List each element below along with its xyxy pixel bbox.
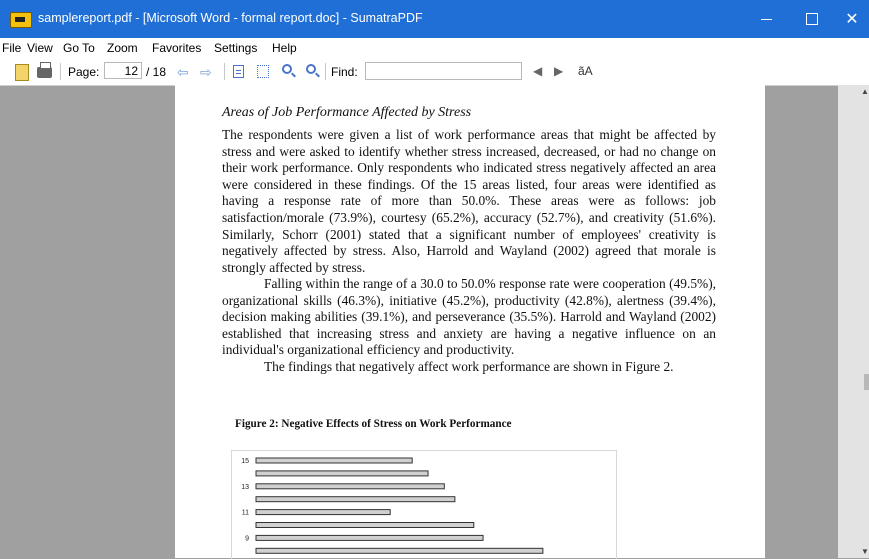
print-icon[interactable]: [37, 62, 52, 78]
page-total: / 18: [146, 65, 167, 79]
next-page-icon[interactable]: ⇨: [200, 64, 212, 81]
toolbar-divider: [60, 63, 61, 80]
menu-file[interactable]: File: [2, 41, 21, 55]
scroll-up-icon[interactable]: ▲: [861, 87, 869, 96]
window-title: samplereport.pdf - [Microsoft Word - for…: [38, 11, 423, 25]
chart-bar: [255, 496, 456, 503]
menu-settings[interactable]: Settings: [214, 41, 257, 55]
find-previous-icon[interactable]: ◀: [533, 64, 542, 78]
menu-zoom[interactable]: Zoom: [107, 41, 138, 55]
title-bar: samplereport.pdf - [Microsoft Word - for…: [0, 0, 869, 38]
find-next-icon[interactable]: ▶: [554, 64, 563, 78]
scroll-down-icon[interactable]: ▼: [861, 547, 869, 556]
chart-bar: [255, 547, 544, 554]
chart-bar: [255, 457, 413, 464]
scrollbar-thumb[interactable]: [838, 85, 869, 558]
chart-tick-label: 13: [241, 484, 249, 491]
page-number-input[interactable]: [104, 62, 142, 79]
fit-page-icon[interactable]: [233, 65, 244, 78]
find-input[interactable]: [365, 62, 522, 80]
toolbar-divider: [325, 63, 326, 80]
figure-title: Figure 2: Negative Effects of Stress on …: [235, 418, 512, 430]
paragraph: The respondents were given a list of wor…: [222, 127, 716, 275]
toolbar: Page: / 18 ⇦ ⇨ Find: ◀ ▶ ãA: [0, 59, 869, 86]
menu-favorites[interactable]: Favorites: [152, 41, 201, 55]
scroll-position-marker: [864, 374, 869, 390]
previous-page-icon[interactable]: ⇦: [177, 64, 189, 81]
chart-bar: [255, 534, 484, 541]
menu-help[interactable]: Help: [272, 41, 297, 55]
zoom-in-icon[interactable]: [306, 64, 316, 74]
close-button[interactable]: ✕: [835, 0, 869, 38]
page-label: Page:: [68, 65, 100, 79]
sumatra-app-icon[interactable]: [10, 12, 32, 28]
fit-width-icon[interactable]: [257, 65, 269, 78]
chart-tick-label: 9: [245, 535, 249, 542]
paragraph: The findings that negatively affect work…: [264, 359, 674, 374]
maximize-icon: [806, 13, 818, 25]
menu-bar: File View Go To Zoom Favorites Settings …: [0, 38, 869, 59]
zoom-out-icon[interactable]: [282, 64, 292, 74]
chart-tick-label: 15: [241, 458, 249, 465]
document-page: Areas of Job Performance Affected by Str…: [175, 85, 765, 559]
paragraph: Falling within the range of a 30.0 to 50…: [222, 276, 716, 358]
chart-bar: [255, 509, 391, 516]
match-case-icon[interactable]: ãA: [578, 64, 593, 78]
maximize-button[interactable]: [789, 0, 835, 38]
chart-bar: [255, 522, 475, 528]
open-file-icon[interactable]: [15, 64, 29, 81]
chart-tick-label: 11: [242, 510, 249, 517]
chart-bar: [255, 483, 445, 490]
find-label: Find:: [331, 65, 358, 79]
menu-goto[interactable]: Go To: [63, 41, 95, 55]
vertical-scrollbar[interactable]: ▲ ▼: [838, 85, 869, 558]
section-heading: Areas of Job Performance Affected by Str…: [222, 105, 472, 120]
toolbar-divider: [224, 63, 225, 80]
chart-bar: [255, 470, 429, 477]
close-icon: ✕: [845, 11, 859, 28]
minimize-icon: [760, 18, 772, 20]
menu-view[interactable]: View: [27, 41, 53, 55]
minimize-button[interactable]: [743, 0, 789, 38]
bar-chart: 15 13 11 9: [241, 457, 544, 554]
